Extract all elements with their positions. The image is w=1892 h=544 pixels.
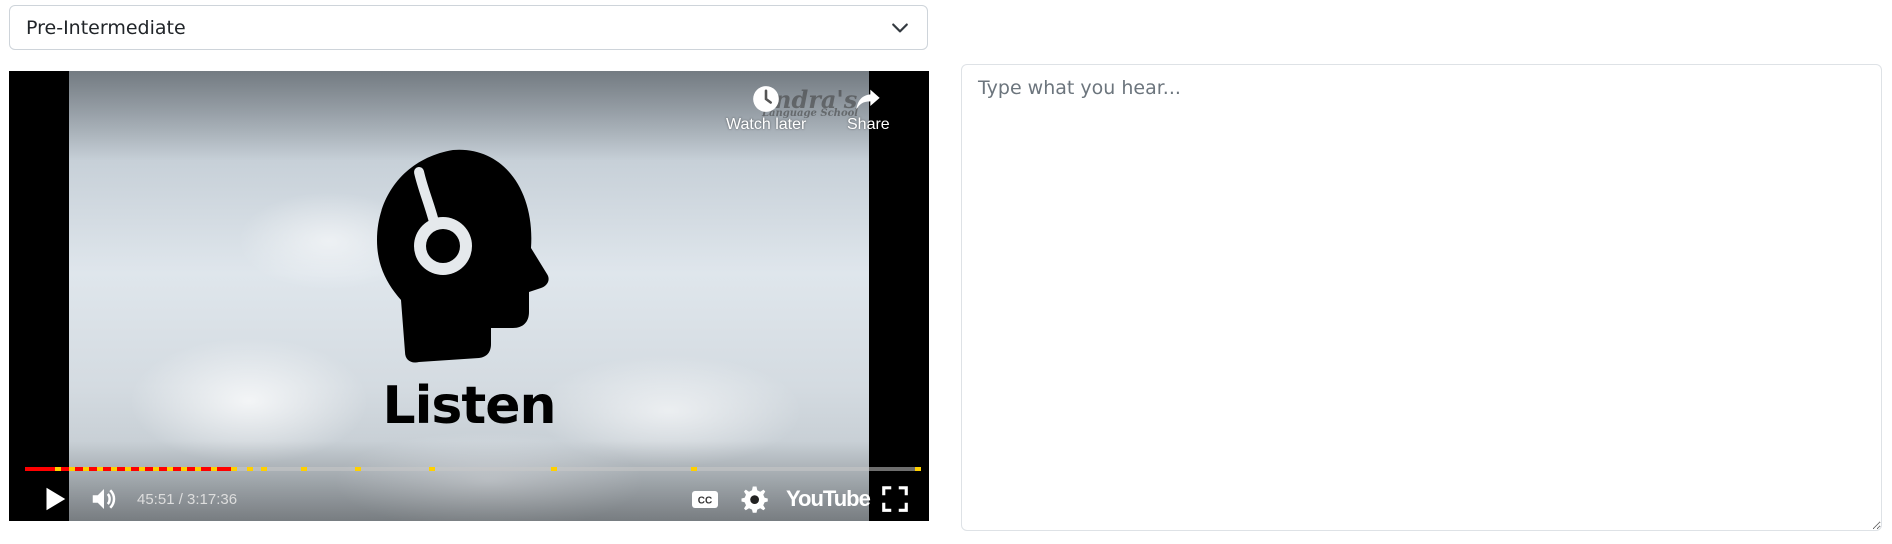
chapter-marker <box>301 467 307 471</box>
chapter-marker <box>211 467 217 471</box>
chapter-marker <box>83 467 89 471</box>
progress-bar[interactable] <box>25 467 921 471</box>
chapter-marker <box>429 467 435 471</box>
clock-icon <box>753 86 779 112</box>
chapter-marker <box>111 467 117 471</box>
chapter-marker <box>181 467 187 471</box>
chapter-marker <box>355 467 361 471</box>
chapter-marker <box>153 467 159 471</box>
chapter-marker <box>55 467 61 471</box>
chapter-marker <box>69 467 75 471</box>
answer-textarea[interactable] <box>961 64 1882 531</box>
chevron-down-icon <box>892 23 908 33</box>
youtube-logo[interactable]: YouTube <box>786 486 871 516</box>
chapter-marker <box>247 467 253 471</box>
headphones-head-icon <box>377 149 549 363</box>
share-arrow-icon <box>856 89 881 110</box>
share-label: Share <box>847 116 890 133</box>
share-button[interactable]: Share <box>847 85 890 134</box>
level-select[interactable]: Pre-Intermediate <box>9 5 928 50</box>
player-controls: 45:51 / 3:17:36 CC YouTube <box>9 476 929 521</box>
chapter-marker <box>139 467 145 471</box>
chapter-marker <box>691 467 697 471</box>
chapter-marker <box>551 467 557 471</box>
chapter-marker <box>167 467 173 471</box>
chapter-marker <box>231 467 237 471</box>
fullscreen-icon[interactable] <box>880 484 910 514</box>
level-select-value: Pre-Intermediate <box>26 16 186 39</box>
time-display: 45:51 / 3:17:36 <box>137 491 238 508</box>
chapter-marker <box>97 467 103 471</box>
watch-later-label: Watch later <box>726 116 807 133</box>
watch-later-button[interactable]: Watch later <box>726 85 806 134</box>
chapter-marker <box>195 467 201 471</box>
chapter-marker <box>125 467 131 471</box>
captions-icon[interactable]: CC <box>690 484 720 514</box>
chapter-marker <box>915 467 921 471</box>
gear-icon[interactable] <box>739 484 769 514</box>
play-icon[interactable] <box>39 484 69 514</box>
listen-title: Listen <box>382 376 556 436</box>
chapter-marker <box>261 467 267 471</box>
volume-icon[interactable] <box>89 484 119 514</box>
svg-text:CC: CC <box>698 496 712 507</box>
video-player[interactable]: Listen ndra's Language School Watch late… <box>9 71 929 521</box>
